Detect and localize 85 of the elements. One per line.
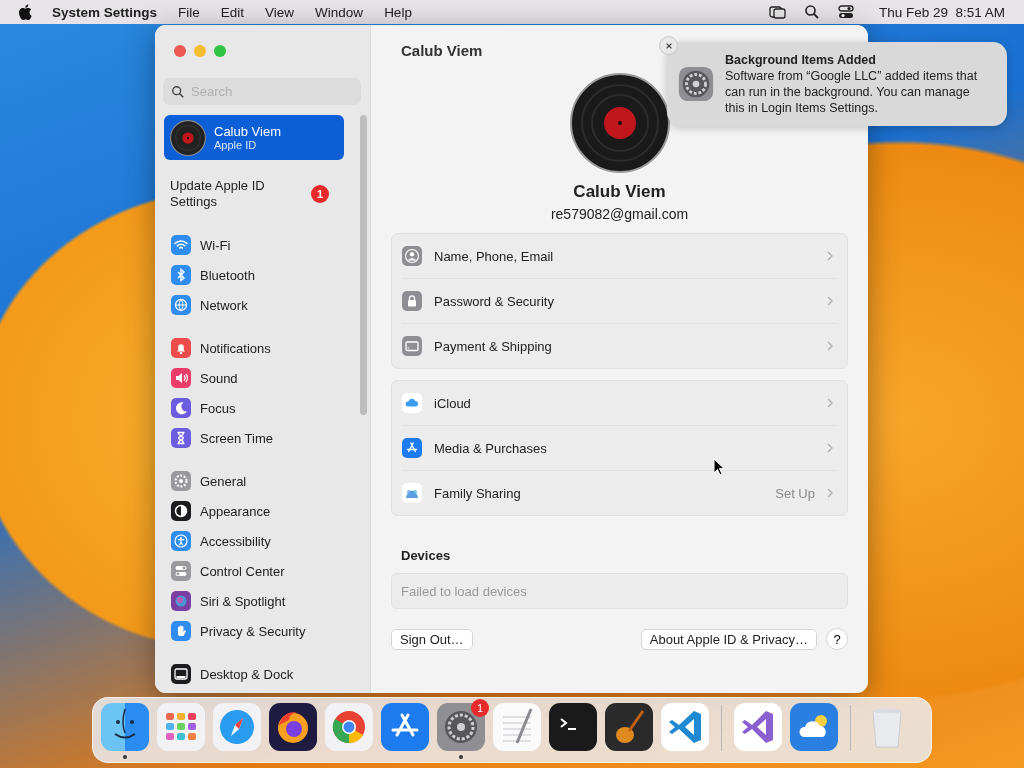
devices-message: Failed to load devices [391, 573, 848, 609]
app-store-icon[interactable] [381, 703, 429, 751]
sidebar-item[interactable]: Accessibility [164, 526, 344, 556]
sidebar-item[interactable]: Screen Time [164, 423, 344, 453]
sidebar-item[interactable]: Control Center [164, 556, 344, 586]
settings-row[interactable]: Payment & Shipping [402, 324, 837, 368]
search-icon [171, 85, 185, 99]
menu-item[interactable]: View [265, 4, 295, 20]
family-icon [402, 483, 422, 503]
app-store-icon [402, 438, 422, 458]
chevron-icon [827, 341, 833, 351]
mouse-pointer-icon [713, 458, 725, 476]
apple-logo-icon[interactable] [18, 4, 32, 20]
chevron-icon [827, 296, 833, 306]
clock[interactable]: Thu Feb 29 8:51 AM [878, 4, 1005, 20]
profile-name: Calub Viem [572, 182, 667, 202]
sidebar-item[interactable]: Desktop & Dock [164, 659, 344, 689]
close-icon [664, 41, 673, 50]
sidebar-item[interactable]: Privacy & Security [164, 616, 344, 646]
chevron-icon [827, 398, 833, 408]
search-icon[interactable] [802, 4, 821, 20]
guitar-icon[interactable] [605, 703, 653, 751]
notification-title: Background Items Added [725, 52, 877, 68]
about-privacy-button[interactable]: About Apple ID & Privacy… [640, 628, 817, 650]
terminal-icon[interactable] [549, 703, 597, 751]
sidebar-item[interactable]: Focus [164, 393, 344, 423]
notification-banner[interactable]: Background Items Added Software from “Google LLC” added items that can run in the background. You can manage this in Login Items Settings. [667, 42, 1007, 126]
chevron-icon [827, 443, 833, 453]
sidebar-item[interactable]: Wi-Fi [164, 230, 344, 260]
row-label: Payment & Shipping [434, 338, 553, 354]
devices-heading: Devices [401, 548, 452, 563]
profile-email: re579082@gmail.com [549, 206, 690, 222]
row-label: Name, Phone, Email [434, 248, 555, 264]
app-grid-icon[interactable] [157, 703, 205, 751]
notification-badge: 1 [471, 699, 489, 717]
settings-row[interactable]: Name, Phone, Email [402, 234, 837, 279]
row-label: Media & Purchases [434, 440, 548, 456]
help-button[interactable]: ? [826, 628, 848, 650]
code-editor-icon[interactable] [661, 703, 709, 751]
cloud-icon [402, 393, 422, 413]
control-center-icon[interactable] [836, 4, 855, 20]
update-apple-id-item[interactable]: Update Apple ID Settings 1 [164, 160, 344, 230]
sidebar-item[interactable]: Network [164, 290, 344, 320]
person-icon [402, 246, 422, 266]
notification-badge: 1 [311, 185, 329, 203]
row-label: Password & Security [434, 293, 555, 309]
notepad-pen-icon[interactable] [493, 703, 541, 751]
menu-item[interactable]: Help [384, 4, 412, 20]
cloud-sun-icon[interactable] [790, 703, 838, 751]
sidebar-item[interactable]: Appearance [164, 496, 344, 526]
sidebar-item[interactable]: Sound [164, 363, 344, 393]
sidebar-item[interactable]: Notifications [164, 333, 344, 363]
account-name: Calub Viem [214, 124, 281, 139]
gear-icon[interactable] [437, 703, 485, 751]
vinyl-record-icon [170, 119, 206, 156]
fox-globe-icon[interactable] [269, 703, 317, 751]
sidebar-item[interactable]: Bluetooth [164, 260, 344, 290]
close-button[interactable] [174, 45, 186, 57]
chrome-icon[interactable] [325, 703, 373, 751]
code-editor-icon[interactable] [734, 703, 782, 751]
gear-icon [677, 65, 715, 103]
row-detail: Set Up [775, 485, 815, 501]
settings-row[interactable]: Password & Security [402, 279, 837, 324]
smiling-face-icon[interactable] [101, 703, 149, 751]
settings-row[interactable]: iCloud [402, 381, 837, 426]
credit-card-icon [402, 336, 422, 356]
menu-item[interactable]: File [178, 4, 200, 20]
sign-out-button[interactable]: Sign Out… [391, 628, 473, 650]
menu-item[interactable]: Window [315, 4, 364, 20]
chevron-icon [827, 488, 833, 498]
lock-icon [402, 291, 422, 311]
sidebar-item[interactable]: Siri & Spotlight [164, 586, 344, 616]
compass-icon[interactable] [213, 703, 261, 751]
sidebar-item[interactable]: General [164, 466, 344, 496]
row-label: Family Sharing [434, 485, 522, 501]
settings-row[interactable]: Family Sharing Set Up [402, 471, 837, 515]
row-label: iCloud [434, 395, 472, 411]
apple-id-item[interactable]: Calub Viem Apple ID [164, 115, 344, 160]
page-title: Calub Viem [401, 42, 483, 59]
menu-item[interactable]: Edit [220, 4, 245, 20]
account-subtitle: Apple ID [214, 139, 258, 151]
stacked-windows-icon[interactable] [768, 4, 787, 20]
notification-text: Software from “Google LLC” added items that can run in the background. You can manage this in Login Items Settings. [725, 68, 979, 116]
app-menu[interactable]: System Settings [52, 4, 158, 20]
chevron-icon [827, 251, 833, 261]
